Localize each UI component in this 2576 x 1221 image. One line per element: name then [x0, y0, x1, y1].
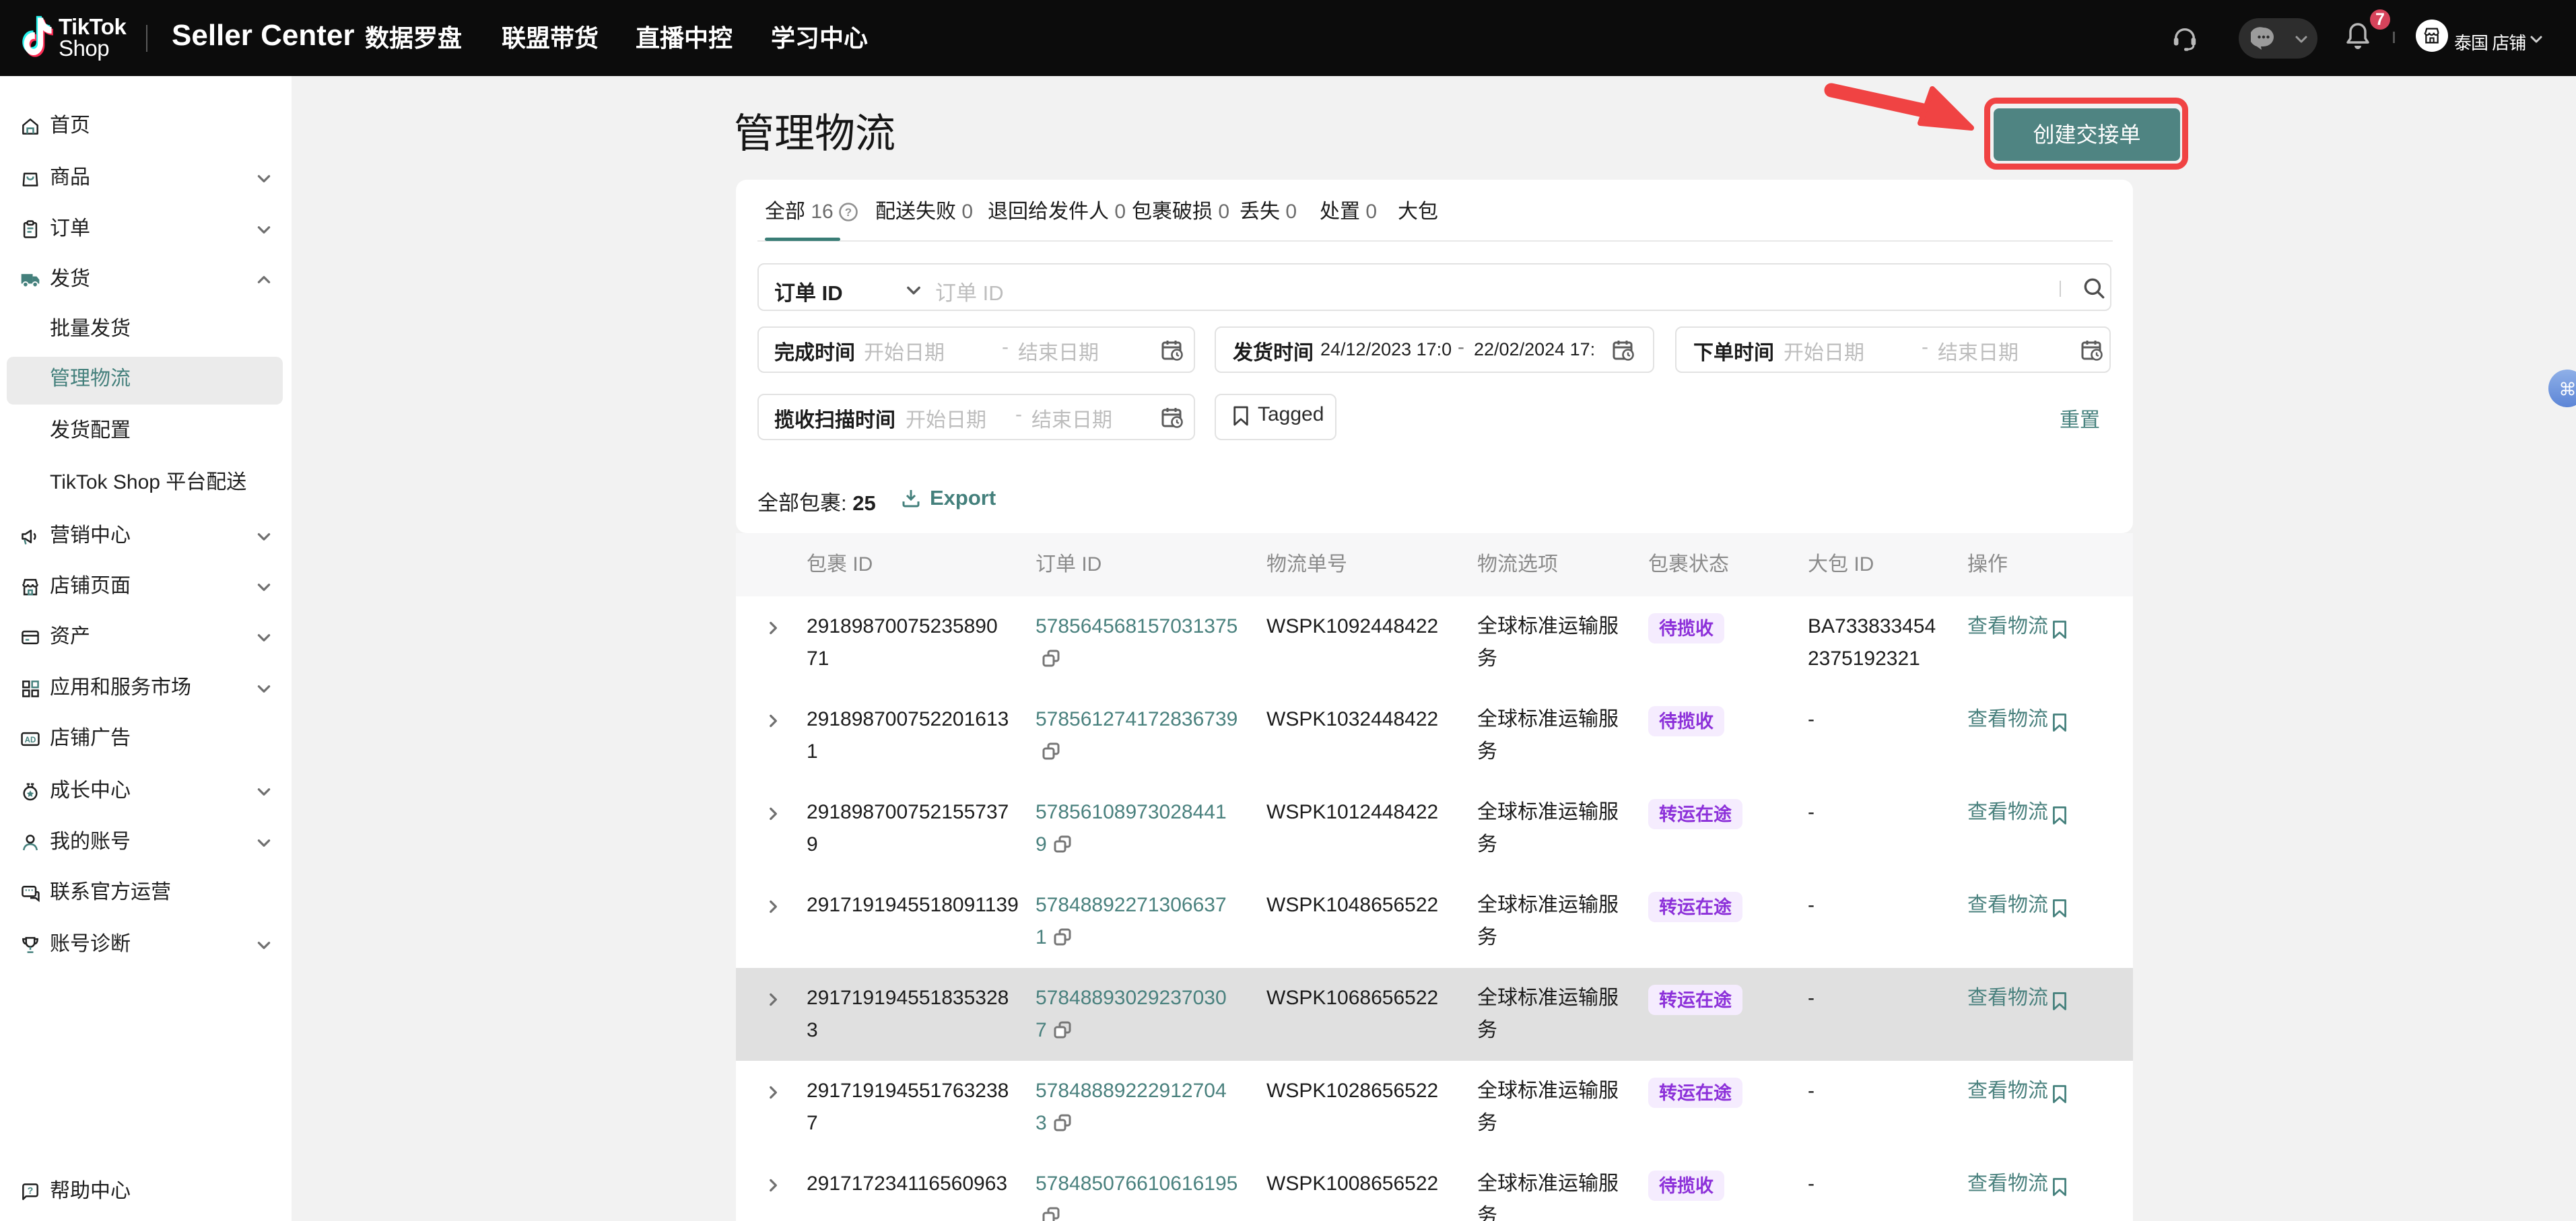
- svg-text:?: ?: [845, 206, 852, 219]
- svg-text:AD: AD: [25, 736, 36, 744]
- svg-text:?: ?: [28, 1186, 34, 1197]
